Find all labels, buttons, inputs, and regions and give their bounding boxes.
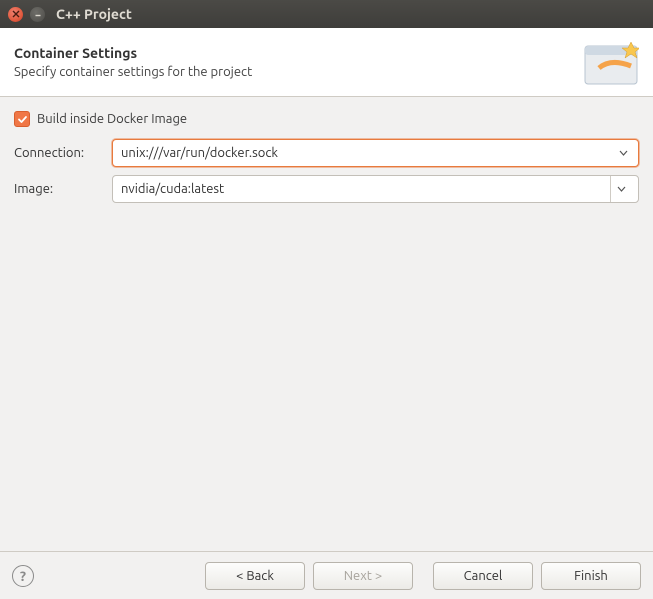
image-value: nvidia/cuda:latest [121, 182, 224, 196]
help-icon[interactable]: ? [12, 565, 34, 587]
back-button[interactable]: < Back [205, 562, 305, 590]
window-title: C++ Project [56, 6, 132, 22]
wizard-header: Container Settings Specify container set… [0, 28, 653, 97]
cancel-button[interactable]: Cancel [433, 562, 533, 590]
form-content: Build inside Docker Image Connection: un… [0, 97, 653, 203]
chevron-down-icon[interactable] [614, 150, 632, 156]
page-title: Container Settings [14, 45, 252, 61]
wizard-footer: ? < Back Next > Cancel Finish [0, 551, 653, 599]
image-combo[interactable]: nvidia/cuda:latest [112, 175, 639, 203]
connection-label: Connection: [14, 146, 104, 160]
next-button: Next > [313, 562, 413, 590]
build-docker-label: Build inside Docker Image [37, 112, 187, 126]
chevron-down-icon[interactable] [610, 176, 632, 202]
connection-value: unix:///var/run/docker.sock [121, 146, 278, 160]
close-icon[interactable] [8, 7, 23, 22]
finish-button[interactable]: Finish [541, 562, 641, 590]
image-label: Image: [14, 182, 104, 196]
page-subtitle: Specify container settings for the proje… [14, 65, 252, 79]
minimize-icon[interactable] [30, 7, 45, 22]
build-docker-checkbox[interactable] [14, 111, 30, 127]
wizard-banner-icon [583, 38, 639, 86]
titlebar: C++ Project [0, 0, 653, 28]
connection-combo[interactable]: unix:///var/run/docker.sock [112, 139, 639, 167]
